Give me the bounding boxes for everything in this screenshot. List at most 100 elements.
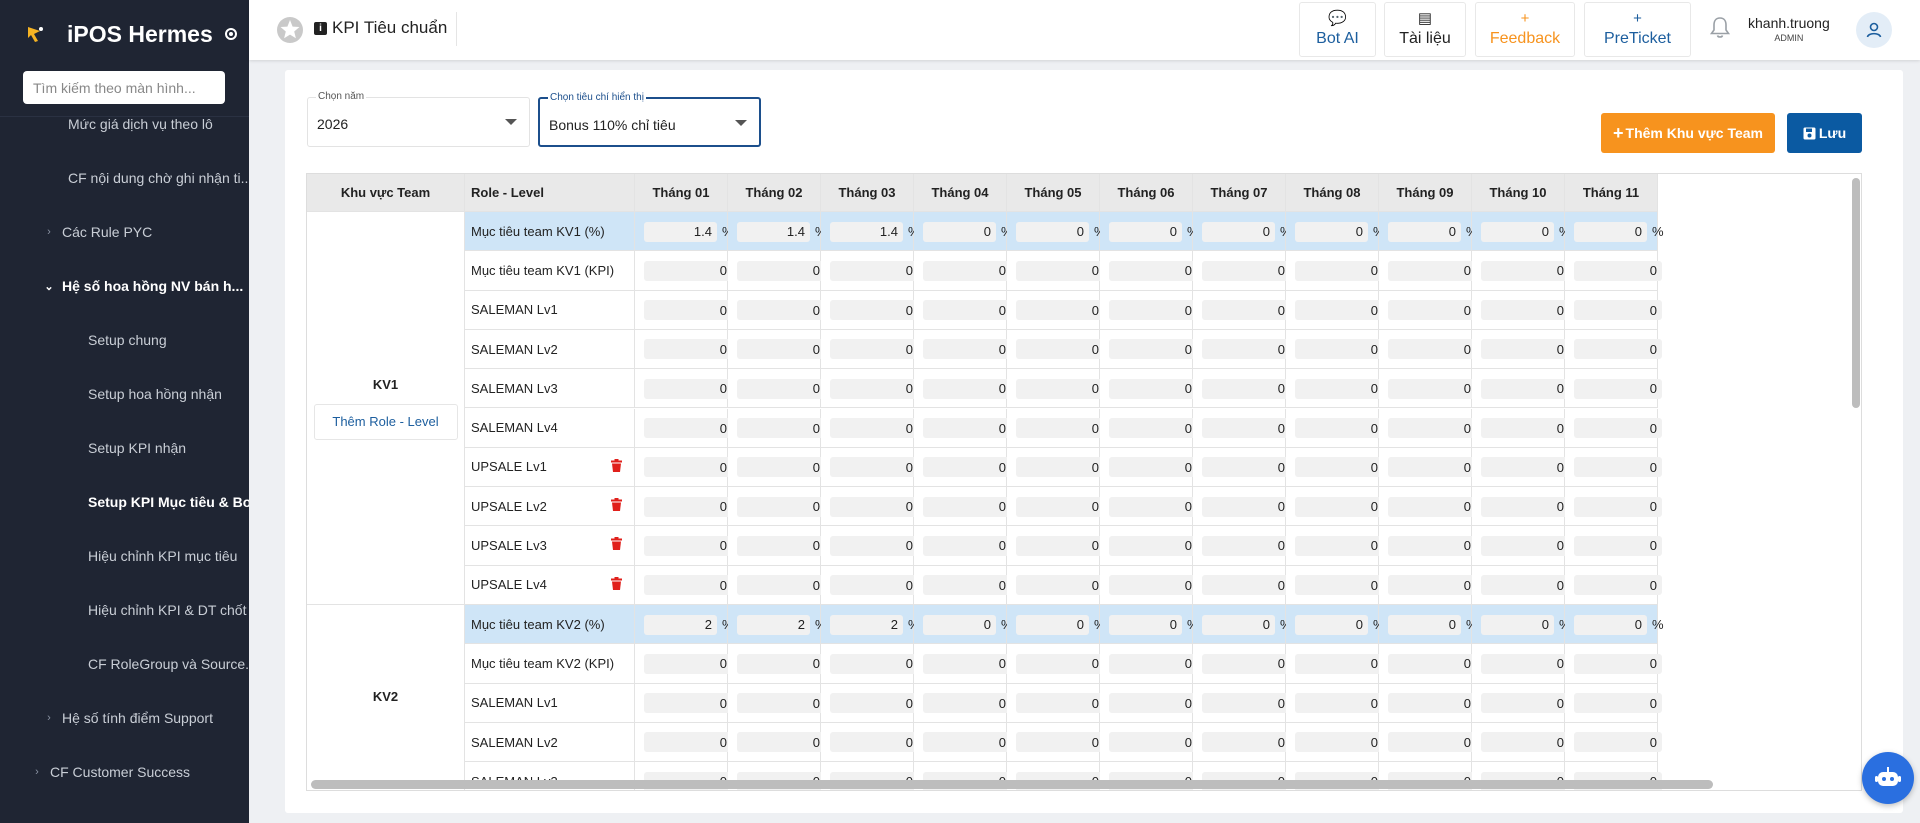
value-input[interactable]: 0	[923, 575, 1011, 596]
value-input[interactable]: 0	[1016, 496, 1104, 517]
year-select[interactable]: Chọn năm 2026	[307, 91, 530, 147]
value-input[interactable]: 0	[923, 653, 1011, 674]
criteria-select[interactable]: Chọn tiêu chí hiển thị Bonus 110% chỉ ti…	[538, 92, 761, 147]
value-input[interactable]: 0	[1388, 732, 1476, 753]
sidebar-item[interactable]: › CF Customer Success	[0, 745, 249, 799]
value-input[interactable]: 0	[1295, 260, 1383, 281]
chatbot-fab[interactable]	[1862, 752, 1914, 804]
value-input[interactable]: 0	[1481, 339, 1569, 360]
value-input[interactable]: 0	[830, 418, 918, 438]
value-input[interactable]: 0	[1574, 418, 1662, 438]
delete-icon[interactable]	[611, 576, 622, 590]
delete-icon[interactable]	[611, 537, 622, 551]
value-input[interactable]: 0	[1481, 732, 1569, 753]
value-input[interactable]: 0	[1109, 221, 1182, 242]
value-input[interactable]: 0	[1574, 496, 1662, 517]
value-input[interactable]: 0	[830, 535, 918, 556]
value-input[interactable]: 0	[1016, 535, 1104, 556]
value-input[interactable]: 0	[1388, 418, 1476, 438]
value-input[interactable]: 0	[1295, 496, 1383, 517]
value-input[interactable]: 0	[923, 693, 1011, 714]
value-input[interactable]: 0	[1016, 418, 1104, 438]
horizontal-scrollbar[interactable]	[311, 780, 1713, 789]
value-input[interactable]: 0	[923, 260, 1011, 281]
value-input[interactable]: 0	[1481, 693, 1569, 714]
value-input[interactable]: 0	[923, 378, 1011, 399]
value-input[interactable]: 0	[737, 535, 825, 556]
value-input[interactable]: 0	[644, 339, 732, 360]
value-input[interactable]: 0	[1109, 339, 1197, 360]
value-input[interactable]: 0	[1295, 457, 1383, 478]
value-input[interactable]: 0	[923, 535, 1011, 556]
value-input[interactable]: 0	[1295, 339, 1383, 360]
value-input[interactable]: 0	[1109, 575, 1197, 596]
sidebar-item[interactable]: CF RoleGroup và Source...	[0, 637, 249, 691]
value-input[interactable]: 0	[1574, 693, 1662, 714]
value-input[interactable]: 0	[737, 496, 825, 517]
value-input[interactable]: 0	[923, 339, 1011, 360]
value-input[interactable]: 0	[644, 457, 732, 478]
value-input[interactable]: 0	[1109, 535, 1197, 556]
value-input[interactable]: 0	[1016, 575, 1104, 596]
value-input[interactable]: 0	[1574, 339, 1662, 360]
add-team-button[interactable]: + Thêm Khu vực Team	[1601, 113, 1775, 153]
delete-icon[interactable]	[611, 458, 622, 472]
value-input[interactable]: 0	[1202, 496, 1290, 517]
value-input[interactable]: 0	[1016, 260, 1104, 281]
value-input[interactable]: 0	[1388, 221, 1461, 242]
value-input[interactable]: 0	[1388, 339, 1476, 360]
value-input[interactable]: 0	[1202, 614, 1275, 635]
value-input[interactable]: 0	[737, 378, 825, 399]
value-input[interactable]: 0	[830, 300, 918, 321]
sidebar-item[interactable]: Setup hoa hồng nhận	[0, 367, 249, 421]
value-input[interactable]: 0	[923, 496, 1011, 517]
value-input[interactable]: 0	[737, 575, 825, 596]
value-input[interactable]: 0	[1481, 457, 1569, 478]
value-input[interactable]: 0	[1574, 535, 1662, 556]
value-input[interactable]: 0	[1574, 457, 1662, 478]
radio-dot-icon[interactable]	[224, 28, 237, 40]
value-input[interactable]: 0	[1202, 339, 1290, 360]
value-input[interactable]: 0	[830, 496, 918, 517]
value-input[interactable]: 2	[644, 614, 717, 635]
value-input[interactable]: 0	[1016, 614, 1089, 635]
value-input[interactable]: 0	[830, 457, 918, 478]
value-input[interactable]: 0	[644, 300, 732, 321]
value-input[interactable]: 0	[737, 732, 825, 753]
avatar[interactable]	[1856, 12, 1892, 48]
value-input[interactable]: 0	[1574, 575, 1662, 596]
value-input[interactable]: 0	[1574, 732, 1662, 753]
value-input[interactable]: 0	[1202, 260, 1290, 281]
value-input[interactable]: 0	[1574, 653, 1662, 674]
value-input[interactable]: 0	[737, 653, 825, 674]
docs-button[interactable]: ▤ Tài liệu	[1384, 2, 1466, 57]
value-input[interactable]: 0	[1388, 378, 1476, 399]
value-input[interactable]: 0	[1016, 732, 1104, 753]
value-input[interactable]: 0	[1295, 221, 1368, 242]
value-input[interactable]: 0	[737, 339, 825, 360]
value-input[interactable]: 0	[644, 260, 732, 281]
value-input[interactable]: 0	[923, 614, 996, 635]
value-input[interactable]: 0	[737, 300, 825, 321]
value-input[interactable]: 0	[644, 418, 732, 438]
value-input[interactable]: 0	[923, 221, 996, 242]
value-input[interactable]: 0	[1109, 378, 1197, 399]
value-input[interactable]: 0	[1109, 496, 1197, 517]
sidebar-item[interactable]: › Hệ số tính điểm Support	[0, 691, 249, 745]
sidebar-item[interactable]: Setup KPI Mục tiêu & Bo...	[0, 475, 249, 529]
value-input[interactable]: 0	[1481, 300, 1569, 321]
value-input[interactable]: 0	[1574, 300, 1662, 321]
value-input[interactable]: 0	[1295, 378, 1383, 399]
value-input[interactable]: 0	[1388, 300, 1476, 321]
sidebar-item[interactable]: ⌄ Hệ số hoa hồng NV bán h...	[0, 259, 249, 313]
value-input[interactable]: 0	[830, 653, 918, 674]
value-input[interactable]: 0	[830, 378, 918, 399]
value-input[interactable]: 0	[1109, 260, 1197, 281]
value-input[interactable]: 0	[1016, 653, 1104, 674]
value-input[interactable]: 0	[1295, 693, 1383, 714]
value-input[interactable]: 0	[1109, 418, 1197, 438]
value-input[interactable]: 0	[1202, 221, 1275, 242]
value-input[interactable]: 0	[830, 260, 918, 281]
value-input[interactable]: 0	[1481, 378, 1569, 399]
sidebar-item[interactable]: CF nội dung chờ ghi nhận ti...	[0, 151, 249, 205]
